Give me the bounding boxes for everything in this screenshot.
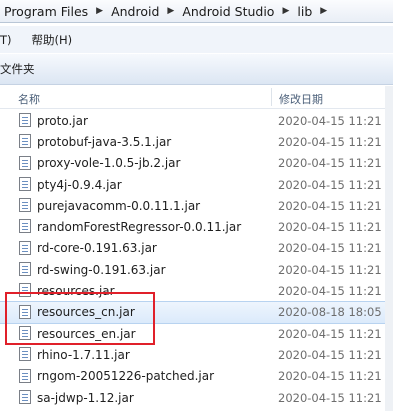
file-name: sa-jdwp-1.12.jar: [37, 390, 134, 405]
new-folder-button[interactable]: 文件夹: [0, 61, 41, 77]
chevron-right-icon[interactable]: ▶: [167, 6, 174, 16]
jar-file-icon: [19, 134, 31, 149]
jar-file-icon: [19, 262, 31, 277]
file-date: 2020-04-15 11:21: [278, 347, 382, 362]
file-row[interactable]: randomForestRegressor-0.0.11.jar 2020-04-…: [0, 216, 393, 237]
file-date: 2020-04-15 11:21: [278, 134, 382, 149]
file-date: 2020-04-15 11:21: [278, 177, 382, 192]
address-bar[interactable]: Program Files ▶ Android ▶ Android Studio…: [0, 0, 393, 23]
file-date: 2020-04-15 11:21: [278, 113, 382, 128]
file-date: 2020-04-15 11:21: [278, 284, 382, 299]
jar-file-icon: [19, 283, 31, 298]
chevron-right-icon[interactable]: ▶: [320, 6, 327, 16]
jar-file-icon: [19, 113, 31, 127]
menu-help[interactable]: 帮助(H): [18, 32, 79, 48]
column-divider[interactable]: [271, 88, 272, 106]
file-row[interactable]: proxy-vole-1.0.5-jb.2.jar 2020-04-15 11:2…: [0, 153, 393, 174]
file-row[interactable]: proto.jar 2020-04-15 11:21: [0, 110, 393, 131]
menu-tools[interactable]: T): [0, 33, 18, 47]
file-name: rngom-20051226-patched.jar: [37, 369, 215, 384]
breadcrumb-lib[interactable]: lib: [297, 4, 312, 19]
file-date: 2020-04-15 11:21: [278, 390, 382, 405]
file-row[interactable]: rd-swing-0.191.63.jar 2020-04-15 11:21: [0, 259, 393, 280]
breadcrumb-android[interactable]: Android: [111, 4, 159, 19]
file-row[interactable]: purejavacomm-0.0.11.1.jar 2020-04-15 11:2…: [0, 195, 393, 216]
scrollbar[interactable]: [385, 86, 393, 411]
file-row[interactable]: rngom-20051226-patched.jar 2020-04-15 11:…: [0, 366, 393, 387]
file-name: pty4j-0.9.4.jar: [37, 177, 122, 192]
file-name: resources.jar: [37, 284, 115, 299]
file-row[interactable]: rd-core-0.191.63.jar 2020-04-15 11:21: [0, 238, 393, 259]
jar-file-icon: [19, 155, 31, 170]
file-name: resources_en.jar: [37, 326, 136, 341]
file-name: protobuf-java-3.5.1.jar: [37, 134, 172, 149]
file-name: randomForestRegressor-0.0.11.jar: [37, 220, 242, 235]
file-name: resources_cn.jar: [37, 305, 135, 320]
file-row[interactable]: resources_en.jar 2020-04-15 11:21: [0, 323, 393, 344]
jar-file-icon: [19, 325, 31, 340]
jar-file-icon: [19, 176, 31, 191]
file-date: 2020-04-15 11:21: [278, 198, 382, 213]
file-name: proxy-vole-1.0.5-jb.2.jar: [37, 156, 181, 171]
file-name: rd-swing-0.191.63.jar: [37, 262, 166, 277]
file-name: proto.jar: [37, 113, 88, 128]
column-name[interactable]: 名称: [18, 91, 40, 107]
toolbar: 文件夹: [0, 54, 393, 85]
jar-file-icon: [19, 240, 31, 255]
column-modified-date[interactable]: 修改日期: [279, 91, 323, 107]
file-row[interactable]: pty4j-0.9.4.jar 2020-04-15 11:21: [0, 174, 393, 195]
jar-file-icon: [19, 347, 31, 362]
file-date: 2020-04-15 11:21: [278, 326, 382, 341]
file-date: 2020-04-15 11:21: [278, 241, 382, 256]
jar-file-icon: [19, 304, 31, 319]
file-name: purejavacomm-0.0.11.1.jar: [37, 198, 201, 213]
breadcrumb-android-studio[interactable]: Android Studio: [182, 4, 274, 19]
chevron-right-icon[interactable]: ▶: [96, 6, 103, 16]
column-header: 名称 修改日期: [0, 86, 393, 109]
chevron-right-icon[interactable]: ▶: [282, 6, 289, 16]
file-date: 2020-04-15 11:21: [278, 156, 382, 171]
jar-file-icon: [19, 198, 31, 213]
file-name: rd-core-0.191.63.jar: [37, 241, 157, 256]
file-list: proto.jar 2020-04-15 11:21 protobuf-java-3…: [0, 110, 393, 408]
file-name: rhino-1.7.11.jar: [37, 347, 130, 362]
file-date: 2020-08-18 18:05: [278, 305, 382, 320]
file-row[interactable]: protobuf-java-3.5.1.jar 2020-04-15 11:21: [0, 131, 393, 152]
file-row[interactable]: sa-jdwp-1.12.jar 2020-04-15 11:21: [0, 387, 393, 408]
menu-bar: T) 帮助(H): [0, 26, 393, 53]
file-row[interactable]: resources.jar 2020-04-15 11:21: [0, 280, 393, 301]
file-row[interactable]: resources_cn.jar 2020-08-18 18:05: [0, 300, 393, 324]
jar-file-icon: [19, 389, 31, 404]
file-row[interactable]: rhino-1.7.11.jar 2020-04-15 11:21: [0, 344, 393, 365]
jar-file-icon: [19, 219, 31, 234]
breadcrumb-program-files[interactable]: Program Files: [0, 4, 88, 19]
file-date: 2020-04-15 11:21: [278, 220, 382, 235]
file-date: 2020-04-15 11:21: [278, 369, 382, 384]
file-date: 2020-04-15 11:21: [278, 262, 382, 277]
jar-file-icon: [19, 368, 31, 383]
